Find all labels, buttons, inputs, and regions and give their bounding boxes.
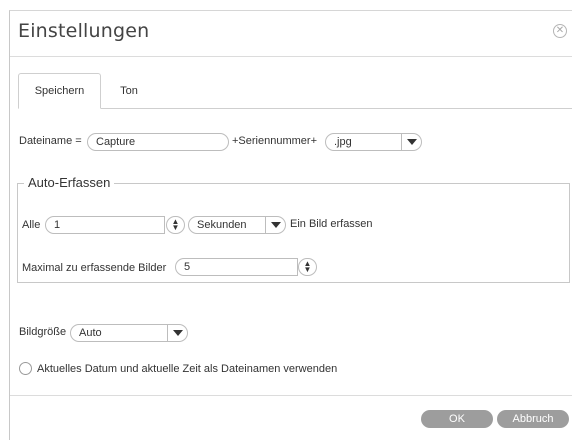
chevron-down-icon [270,222,281,228]
auto-capture-legend: Auto-Erfassen [24,175,115,190]
tab-strip-line [101,108,572,109]
capture-suffix-label: Ein Bild erfassen [290,218,373,230]
chevron-down-icon [406,139,417,145]
filename-input[interactable]: Capture [87,133,229,151]
datetime-option-label: Aktuelles Datum und aktuelle Zeit als Da… [37,363,338,375]
tab-ton[interactable]: Ton [105,73,153,109]
filename-label: Dateiname = [19,135,82,147]
tab-speichern-label: Speichern [34,85,85,97]
tab-speichern[interactable]: Speichern [18,73,101,109]
footer-divider [10,395,572,396]
max-images-label: Maximal zu erfassende Bilder [22,262,167,274]
ok-button[interactable]: OK [421,410,493,428]
title-divider [10,56,572,57]
tab-ton-label: Ton [120,85,138,97]
unit-dropdown-button[interactable] [266,216,286,234]
max-images-stepper[interactable]: ▲ ▼ [298,258,317,276]
cancel-button[interactable]: Abbruch [497,410,569,428]
extension-dropdown-button[interactable] [402,133,422,151]
dialog-title: Einstellungen [18,20,150,42]
extension-select[interactable]: .jpg [325,133,402,151]
image-size-select[interactable]: Auto [70,324,168,342]
interval-input[interactable]: 1 [45,216,165,234]
image-size-dropdown-button[interactable] [168,324,188,342]
close-icon[interactable]: ✕ [553,24,567,38]
max-images-input[interactable]: 5 [175,258,298,276]
serial-number-label: +Seriennummer+ [232,135,317,147]
unit-select[interactable]: Sekunden [188,216,266,234]
interval-label: Alle [22,219,41,231]
image-size-label: Bildgröße [19,326,67,338]
interval-stepper[interactable]: ▲ ▼ [166,216,185,234]
chevron-down-icon [172,330,183,336]
datetime-radio[interactable] [19,362,32,375]
